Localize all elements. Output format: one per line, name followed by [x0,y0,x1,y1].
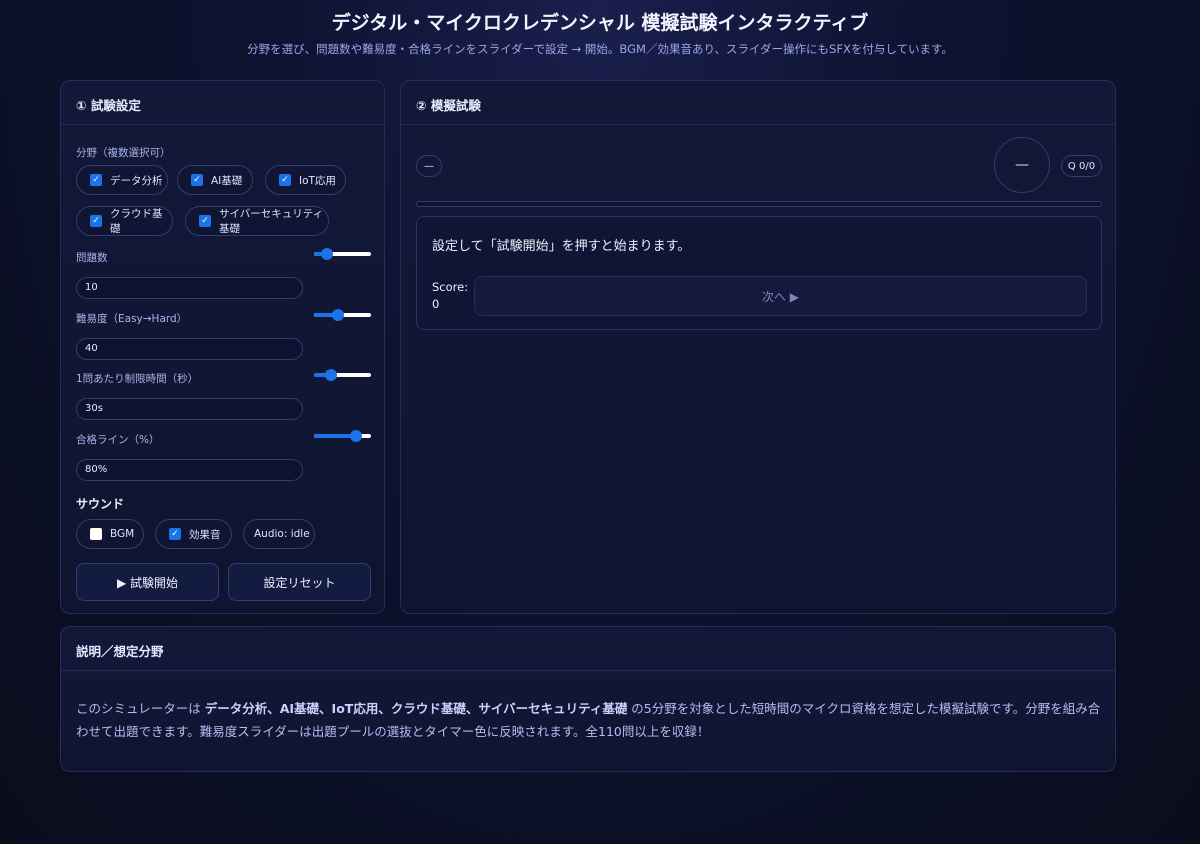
field-chip-label: IoT応用 [299,174,336,187]
slider-knob[interactable] [321,248,333,260]
sound-title: サウンド [76,497,125,511]
field-chip-data-analysis[interactable]: ✓ データ分析 [76,165,168,195]
field-chip-label: データ分析 [110,174,163,187]
audio-status-badge: Audio: idle [243,519,315,549]
status-pill: — [416,155,442,177]
checkbox-unchecked-icon[interactable] [90,528,102,540]
slider-knob[interactable] [332,309,344,321]
sfx-toggle[interactable]: ✓ 効果音 [155,519,232,549]
question-prompt: 設定して「試験開始」を押すと始まります。 [432,239,691,254]
time-limit-field[interactable]: 30s [76,398,303,420]
about-description: このシミュレーターは データ分析、AI基礎、IoT応用、クラウド基礎、サイバーセ… [76,697,1102,743]
reset-settings-button[interactable]: 設定リセット [228,563,371,601]
pass-line-slider[interactable] [314,430,371,442]
about-panel: 説明／想定分野 このシミュレーターは データ分析、AI基礎、IoT応用、クラウド… [60,626,1116,772]
difficulty-field[interactable]: 40 [76,338,303,360]
settings-panel-title: ① 試験設定 [61,81,384,125]
timer-display: — [994,137,1050,193]
checkbox-checked-icon[interactable]: ✓ [90,215,102,227]
checkbox-checked-icon[interactable]: ✓ [169,528,181,540]
exam-panel-title: ② 模擬試験 [401,81,1115,125]
score-value: 0 [432,297,440,311]
settings-panel: ① 試験設定 分野（複数選択可） ✓ データ分析 ✓ AI基礎 ✓ IoT応用 … [60,80,385,614]
field-chip-cloud[interactable]: ✓ クラウド基礎 [76,206,173,236]
question-count-slider[interactable] [314,248,371,260]
start-exam-button[interactable]: ▶ 試験開始 [76,563,219,601]
score-label: Score: [432,280,469,294]
field-chip-label: サイバーセキュリティ基礎 [219,208,324,235]
time-limit-slider[interactable] [314,369,371,381]
checkbox-checked-icon[interactable]: ✓ [90,174,102,186]
field-chip-ai-basics[interactable]: ✓ AI基礎 [177,165,253,195]
about-fields-bold: データ分析、AI基礎、IoT応用、クラウド基礎、サイバーセキュリティ基礎 [204,701,628,716]
field-chip-label: AI基礎 [211,174,243,187]
difficulty-label: 難易度（Easy→Hard） [76,313,188,325]
question-card: 設定して「試験開始」を押すと始まります。 Score: 0 次へ ▶ [416,216,1102,330]
page-title: デジタル・マイクロクレデンシャル 模擬試験インタラクティブ [331,12,869,34]
slider-knob[interactable] [350,430,362,442]
fields-label: 分野（複数選択可） [76,147,171,159]
pass-line-field[interactable]: 80% [76,459,303,481]
exam-progress-bar [416,201,1102,207]
next-button[interactable]: 次へ ▶ [474,276,1087,316]
checkbox-checked-icon[interactable]: ✓ [199,215,211,227]
difficulty-slider[interactable] [314,309,371,321]
checkbox-checked-icon[interactable]: ✓ [191,174,203,186]
checkbox-checked-icon[interactable]: ✓ [279,174,291,186]
exam-panel: ② 模擬試験 — — Q 0/0 設定して「試験開始」を押すと始まります。 Sc… [400,80,1116,614]
time-limit-label: 1問あたり制限時間（秒） [76,373,199,385]
about-text-pre: このシミュレーターは [76,701,205,716]
question-count-label: 問題数 [76,252,108,264]
about-panel-title: 説明／想定分野 [61,627,1115,671]
question-counter-badge: Q 0/0 [1061,155,1102,177]
pass-line-label: 合格ライン（%） [76,434,160,446]
page-subtitle: 分野を選び、問題数や難易度・合格ラインをスライダーで設定 → 開始。BGM／効果… [247,42,953,56]
field-chip-iot[interactable]: ✓ IoT応用 [265,165,346,195]
bgm-label: BGM [110,528,135,540]
sfx-label: 効果音 [189,528,221,541]
field-chip-label: クラウド基礎 [110,208,163,235]
question-count-field[interactable]: 10 [76,277,303,299]
bgm-toggle[interactable]: BGM [76,519,144,549]
field-chip-security[interactable]: ✓ サイバーセキュリティ基礎 [185,206,329,236]
slider-knob[interactable] [325,369,337,381]
